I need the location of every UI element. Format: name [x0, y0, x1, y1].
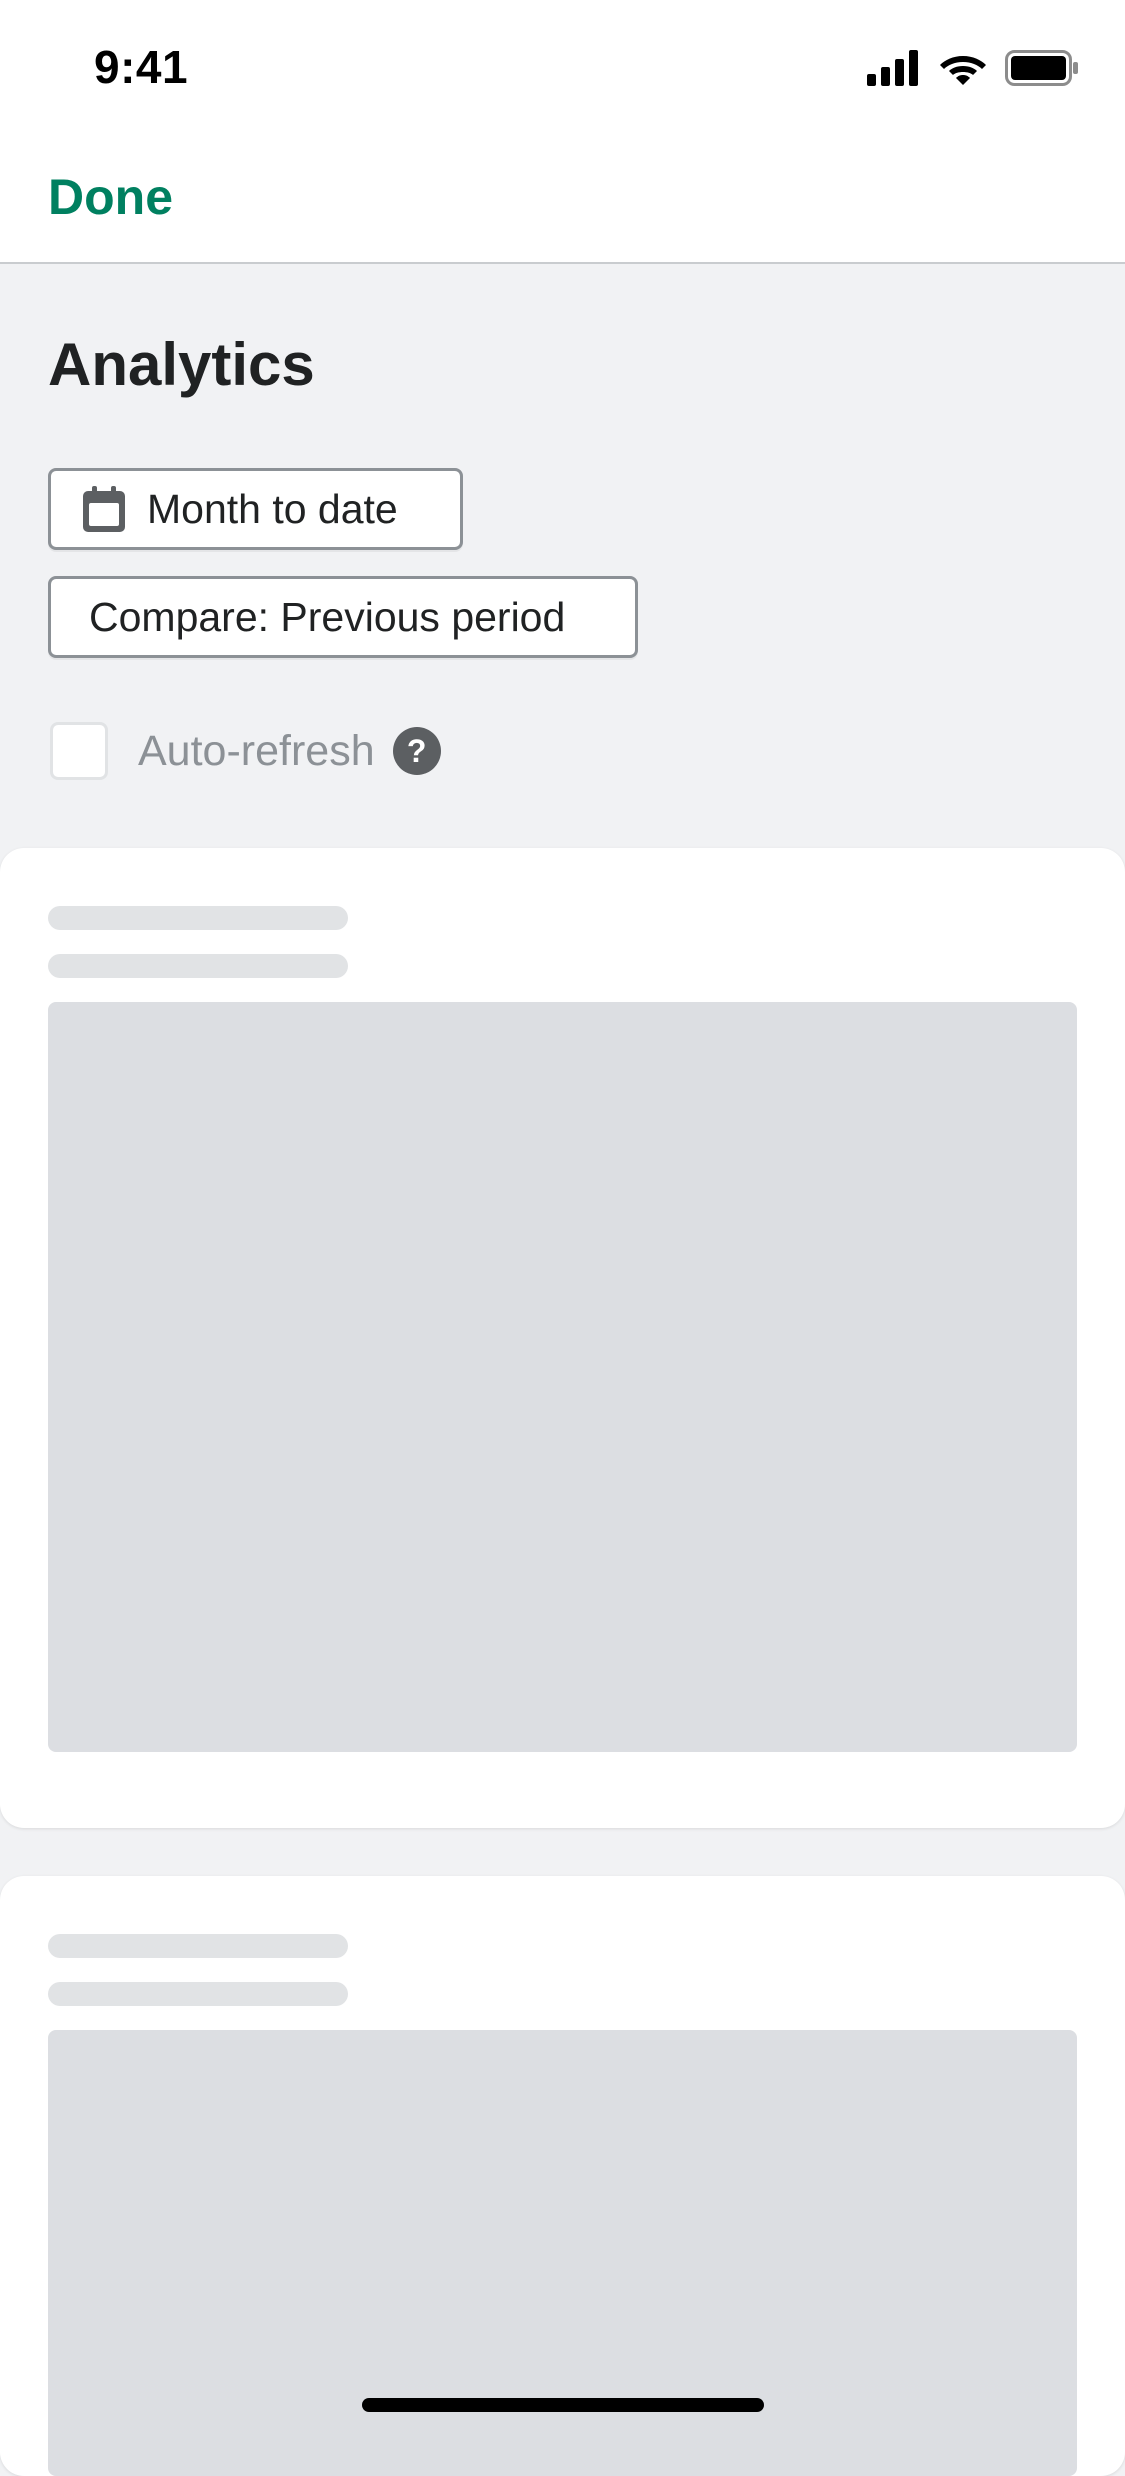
cellular-signal-icon — [867, 50, 918, 86]
home-indicator — [362, 2398, 764, 2412]
loading-card — [0, 1876, 1125, 2476]
question-mark-icon[interactable]: ? — [392, 727, 441, 775]
date-range-button[interactable]: Month to date — [48, 468, 463, 550]
skeleton-line — [48, 954, 348, 978]
status-bar: 9:41 — [0, 0, 1125, 132]
skeleton-chart — [48, 1002, 1077, 1752]
auto-refresh-checkbox[interactable] — [50, 722, 108, 780]
calendar-icon — [83, 486, 125, 532]
loading-card — [0, 848, 1125, 1828]
auto-refresh-row: Auto-refresh ? — [50, 722, 441, 780]
nav-bar: Done — [0, 132, 1125, 264]
wifi-icon — [940, 56, 986, 85]
skeleton-line — [48, 1982, 348, 2006]
done-button[interactable]: Done — [48, 168, 173, 226]
status-icons — [867, 50, 1079, 86]
status-time: 9:41 — [94, 41, 189, 93]
compare-button[interactable]: Compare: Previous period — [48, 576, 638, 658]
skeleton-line — [48, 1934, 348, 1958]
date-range-label: Month to date — [147, 485, 398, 532]
battery-icon — [1005, 50, 1078, 86]
page-title: Analytics — [48, 331, 315, 398]
compare-label: Compare: Previous period — [89, 593, 566, 640]
skeleton-line — [48, 906, 348, 930]
auto-refresh-label: Auto-refresh — [138, 726, 375, 775]
